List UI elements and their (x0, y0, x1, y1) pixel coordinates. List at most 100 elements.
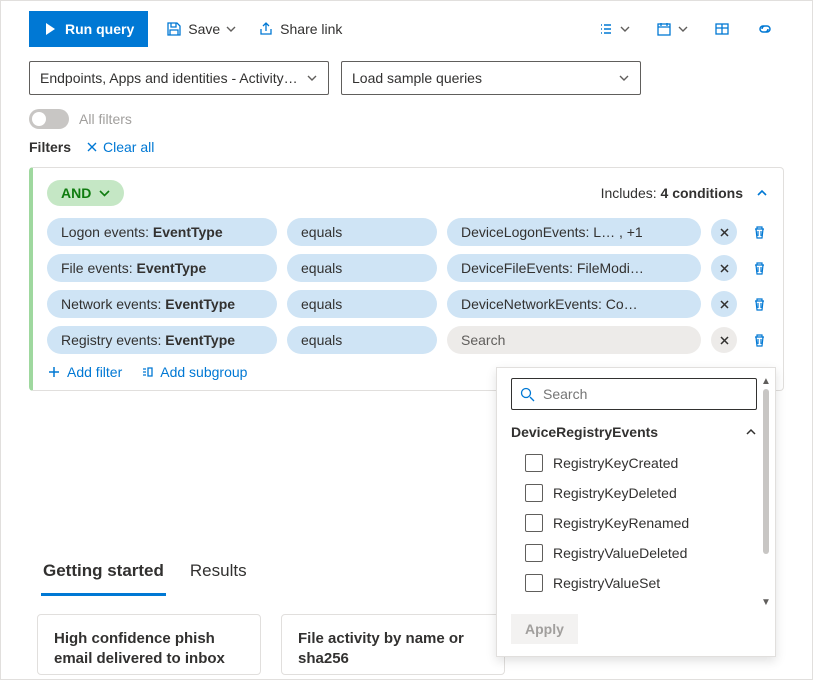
trash-icon (752, 261, 767, 276)
sample-queries-value: Load sample queries (352, 70, 610, 86)
filter-row: Logon events: EventType equals DeviceLogon… (47, 218, 769, 246)
logic-operator-button[interactable]: AND (47, 180, 124, 206)
clear-value-button[interactable] (711, 255, 737, 281)
chevron-down-icon (618, 72, 630, 84)
clear-all-label: Clear all (103, 139, 154, 155)
link-icon (756, 21, 774, 37)
save-label: Save (188, 21, 220, 37)
delete-filter-button[interactable] (749, 297, 769, 312)
all-filters-label: All filters (79, 111, 132, 127)
all-filters-toggle[interactable] (29, 109, 69, 129)
chevron-down-icon (620, 24, 630, 34)
filter-operator-pill[interactable]: equals (287, 218, 437, 246)
option-label: RegistryValueSet (553, 575, 660, 591)
trash-icon (752, 225, 767, 240)
scroll-down-icon[interactable]: ▼ (761, 597, 771, 608)
run-query-label: Run query (65, 21, 134, 37)
dropdown-option[interactable]: RegistryKeyDeleted (511, 478, 757, 508)
filters-heading: Filters (29, 139, 71, 155)
plus-icon (47, 365, 61, 379)
filter-panel: AND Includes: 4 conditions Logon events:… (29, 167, 784, 391)
checkbox[interactable] (525, 544, 543, 562)
option-label: RegistryValueDeleted (553, 545, 687, 561)
search-icon (520, 387, 535, 402)
calendar-icon (656, 21, 672, 37)
share-label: Share link (280, 21, 342, 37)
filter-value-pill[interactable]: DeviceLogonEvents: L… , +1 (447, 218, 701, 246)
run-query-button[interactable]: Run query (29, 11, 148, 47)
filter-operator-pill[interactable]: equals (287, 254, 437, 282)
chevron-down-icon (306, 72, 318, 84)
scroll-thumb[interactable] (763, 389, 769, 554)
add-filter-button[interactable]: Add filter (47, 364, 122, 380)
filter-operator-pill[interactable]: equals (287, 326, 437, 354)
dropdown-scrollbar[interactable]: ▲ ▼ (759, 376, 773, 608)
checkbox[interactable] (525, 454, 543, 472)
save-button[interactable]: Save (162, 17, 240, 41)
dropdown-option[interactable]: RegistryValueDeleted (511, 538, 757, 568)
checkbox[interactable] (525, 574, 543, 592)
checkbox[interactable] (525, 484, 543, 502)
filter-value-pill[interactable]: DeviceNetworkEvents: Co… (447, 290, 701, 318)
list-view-button[interactable] (594, 17, 634, 41)
scope-select[interactable]: Endpoints, Apps and identities - Activit… (29, 61, 329, 95)
save-icon (166, 21, 182, 37)
sample-queries-select[interactable]: Load sample queries (341, 61, 641, 95)
dropdown-option[interactable]: RegistryKeyRenamed (511, 508, 757, 538)
chevron-down-icon (99, 188, 110, 199)
sample-card[interactable]: High confidence phish email delivered to… (37, 614, 261, 675)
delete-filter-button[interactable] (749, 225, 769, 240)
logic-operator-label: AND (61, 185, 91, 201)
date-range-button[interactable] (652, 17, 692, 41)
clear-value-button[interactable] (711, 291, 737, 317)
add-subgroup-label: Add subgroup (160, 364, 247, 380)
scope-value: Endpoints, Apps and identities - Activit… (40, 70, 298, 86)
trash-icon (752, 333, 767, 348)
dropdown-search-input[interactable] (541, 385, 748, 403)
dropdown-option[interactable]: RegistryValueSet (511, 568, 757, 598)
option-label: RegistryKeyDeleted (553, 485, 677, 501)
filter-field-pill[interactable]: File events: EventType (47, 254, 277, 282)
dropdown-option[interactable]: RegistryKeyCreated (511, 448, 757, 478)
schema-button[interactable] (710, 17, 734, 41)
option-label: RegistryKeyCreated (553, 455, 678, 471)
sample-card[interactable]: File activity by name or sha256 (281, 614, 505, 675)
trash-icon (752, 297, 767, 312)
tab-getting-started[interactable]: Getting started (41, 551, 166, 596)
checkbox[interactable] (525, 514, 543, 532)
list-icon (598, 21, 614, 37)
share-icon (258, 21, 274, 37)
filter-row: File events: EventType equals DeviceFileEv… (47, 254, 769, 282)
table-icon (714, 21, 730, 37)
dropdown-group-header[interactable]: DeviceRegistryEvents (511, 424, 757, 440)
clear-all-button[interactable]: Clear all (85, 139, 154, 155)
add-filter-label: Add filter (67, 364, 122, 380)
chevron-down-icon (678, 24, 688, 34)
play-icon (43, 22, 57, 36)
delete-filter-button[interactable] (749, 261, 769, 276)
filter-field-pill[interactable]: Logon events: EventType (47, 218, 277, 246)
dropdown-search[interactable] (511, 378, 757, 410)
close-icon (718, 298, 731, 311)
scroll-up-icon[interactable]: ▲ (761, 376, 771, 387)
close-icon (718, 262, 731, 275)
clear-value-button[interactable] (711, 219, 737, 245)
share-link-button[interactable]: Share link (254, 17, 346, 41)
filter-row: Network events: EventType equals DeviceNet… (47, 290, 769, 318)
option-label: RegistryKeyRenamed (553, 515, 689, 531)
filter-row: Registry events: EventType equals Search (47, 326, 769, 354)
collapse-icon[interactable] (755, 186, 769, 200)
filter-operator-pill[interactable]: equals (287, 290, 437, 318)
dropdown-group-label: DeviceRegistryEvents (511, 424, 658, 440)
filter-field-pill[interactable]: Registry events: EventType (47, 326, 277, 354)
delete-filter-button[interactable] (749, 333, 769, 348)
tab-results[interactable]: Results (188, 551, 249, 596)
add-subgroup-button[interactable]: Add subgroup (140, 364, 247, 380)
filter-value-pill[interactable]: DeviceFileEvents: FileModi… (447, 254, 701, 282)
subgroup-icon (140, 365, 154, 379)
filter-field-pill[interactable]: Network events: EventType (47, 290, 277, 318)
apply-button[interactable]: Apply (511, 614, 578, 644)
clear-value-button[interactable] (711, 327, 737, 353)
filter-value-pill[interactable]: Search (447, 326, 701, 354)
link-button[interactable] (752, 17, 778, 41)
